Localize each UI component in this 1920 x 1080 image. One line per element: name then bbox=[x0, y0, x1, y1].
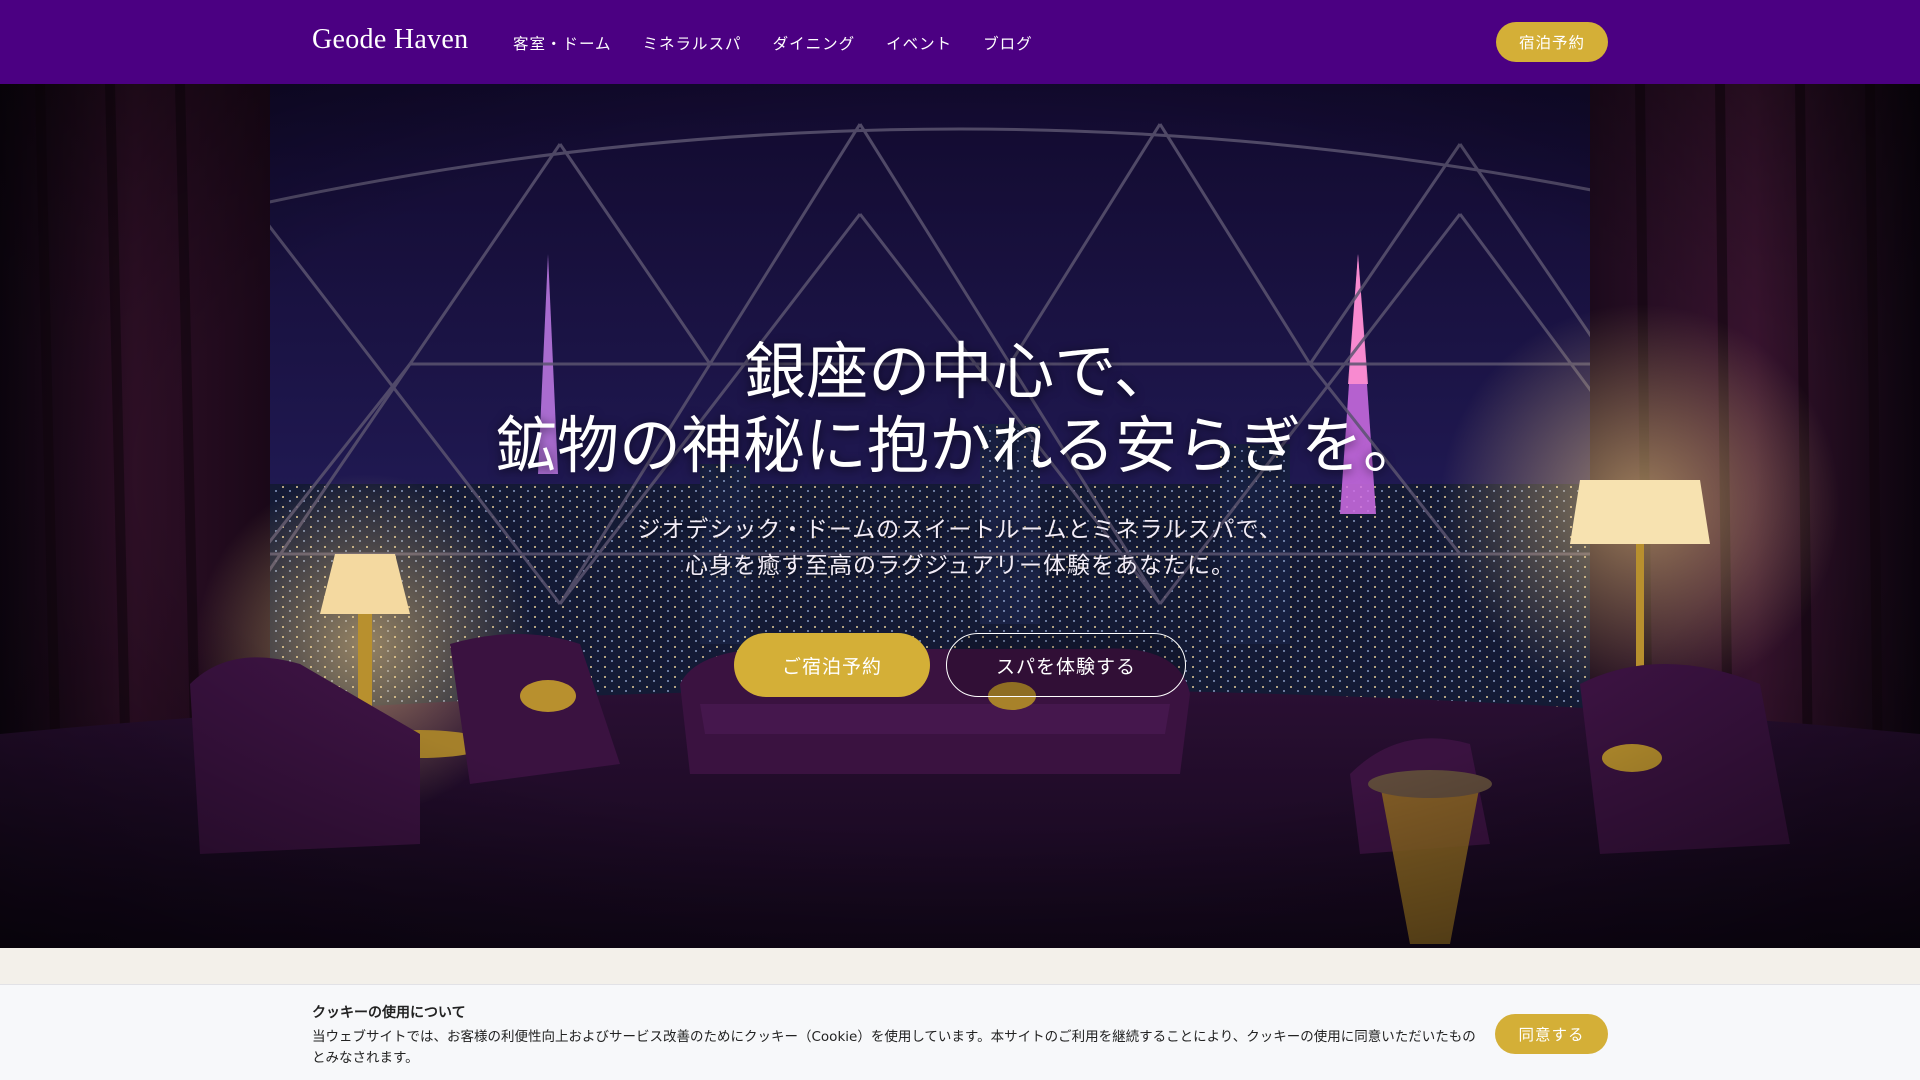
nav-item-dining[interactable]: ダイニング bbox=[773, 32, 856, 54]
hero-title-line-1: 銀座の中心で、 bbox=[744, 335, 1176, 408]
nav-item-spa[interactable]: ミネラルスパ bbox=[643, 32, 742, 54]
hero-subtitle-line-1: ジオデシック・ドームのスイートルームとミネラルスパで、 bbox=[637, 517, 1283, 543]
hero-button-group: ご宿泊予約 スパを体験する bbox=[734, 633, 1186, 697]
brand-logo[interactable]: Geode Haven bbox=[312, 24, 468, 56]
main-nav: 客室・ドーム ミネラルスパ ダイニング イベント ブログ bbox=[513, 32, 1033, 54]
hero-section: 銀座の中心で、 鉱物の神秘に抱かれる安らぎを。 ジオデシック・ドームのスイートル… bbox=[0, 84, 1920, 948]
hero-title: 銀座の中心で、 鉱物の神秘に抱かれる安らぎを。 bbox=[0, 335, 1920, 483]
hero-subtitle: ジオデシック・ドームのスイートルームとミネラルスパで、 心身を癒す至高のラグジュ… bbox=[0, 512, 1920, 584]
hero-content: 銀座の中心で、 鉱物の神秘に抱かれる安らぎを。 ジオデシック・ドームのスイートル… bbox=[0, 84, 1920, 948]
header-book-button[interactable]: 宿泊予約 bbox=[1496, 22, 1608, 62]
hero-book-button[interactable]: ご宿泊予約 bbox=[734, 633, 930, 697]
content-section-edge bbox=[0, 948, 1920, 984]
hero-title-line-2: 鉱物の神秘に抱かれる安らぎを。 bbox=[494, 409, 1425, 482]
cookie-text-block: クッキーの使用について 当ウェブサイトでは、お客様の利便性向上およびサービス改善… bbox=[312, 1003, 1482, 1069]
hero-subtitle-line-2: 心身を癒す至高のラグジュアリー体験をあなたに。 bbox=[685, 553, 1235, 579]
cookie-banner: クッキーの使用について 当ウェブサイトでは、お客様の利便性向上およびサービス改善… bbox=[0, 984, 1920, 1080]
nav-item-events[interactable]: イベント bbox=[886, 32, 952, 54]
site-header: Geode Haven 客室・ドーム ミネラルスパ ダイニング イベント ブログ… bbox=[0, 0, 1920, 84]
header-container: Geode Haven 客室・ドーム ミネラルスパ ダイニング イベント ブログ… bbox=[312, 0, 1608, 84]
cookie-body: 当ウェブサイトでは、お客様の利便性向上およびサービス改善のためにクッキー（Coo… bbox=[312, 1029, 1476, 1066]
hero-spa-button[interactable]: スパを体験する bbox=[946, 633, 1186, 697]
nav-item-rooms[interactable]: 客室・ドーム bbox=[513, 32, 612, 54]
nav-item-blog[interactable]: ブログ bbox=[983, 32, 1033, 54]
cookie-title: クッキーの使用について bbox=[312, 1005, 466, 1021]
cookie-accept-button[interactable]: 同意する bbox=[1495, 1014, 1608, 1054]
